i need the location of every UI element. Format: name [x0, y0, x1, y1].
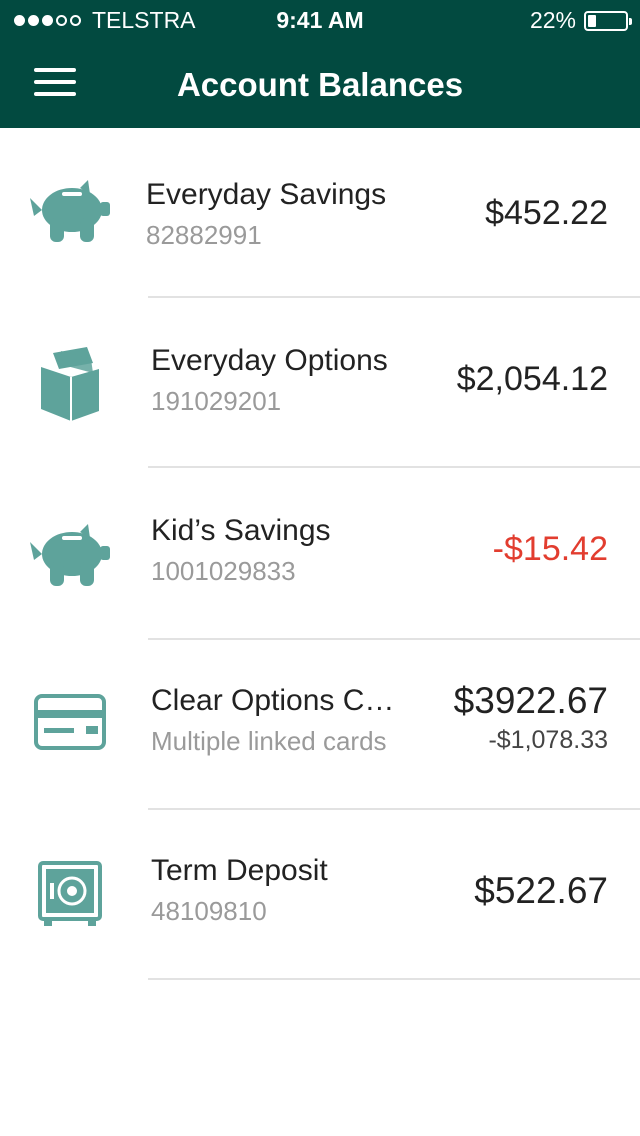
account-name: Clear Options C…: [151, 684, 395, 717]
account-number: 48109810: [151, 896, 267, 926]
account-list: Everyday Savings 82882991 $452.22 Everyd…: [0, 128, 640, 980]
account-name: Everyday Savings: [146, 178, 387, 211]
credit-card-icon: [28, 682, 112, 762]
account-row-term-deposit[interactable]: Term Deposit 48109810 $522.67: [0, 810, 640, 980]
account-subtitle: Multiple linked cards: [151, 726, 387, 756]
account-row-kids-savings[interactable]: Kid’s Savings 1001029833 -$15.42: [0, 468, 640, 640]
account-balance: $522.67: [474, 870, 608, 911]
header-bar: TELSTRA 9:41 AM 22% Account Balances: [0, 0, 640, 128]
page-title: Account Balances: [176, 66, 464, 103]
account-name: Term Deposit: [151, 854, 328, 887]
account-number: 82882991: [146, 220, 262, 250]
row-divider: [148, 978, 640, 980]
safe-icon: [28, 854, 112, 934]
account-balance: $3922.67: [453, 680, 608, 721]
account-balance: -$15.42: [492, 530, 608, 568]
account-row-everyday-savings[interactable]: Everyday Savings 82882991 $452.22: [0, 128, 640, 298]
battery-indicator: 22%: [529, 7, 632, 34]
piggy-bank-icon: [28, 172, 112, 252]
account-number: 1001029833: [151, 556, 296, 586]
account-balance: $452.22: [485, 194, 608, 232]
account-balance: $2,054.12: [456, 360, 608, 398]
piggy-bank-icon: [28, 516, 112, 596]
status-bar: TELSTRA 9:41 AM 22%: [0, 0, 640, 40]
account-name: Kid’s Savings: [151, 514, 331, 547]
account-number: 191029201: [151, 386, 282, 416]
battery-icon: [584, 10, 632, 31]
account-row-clear-options[interactable]: Clear Options C… Multiple linked cards $…: [0, 640, 640, 810]
account-name: Everyday Options: [151, 344, 388, 377]
account-row-everyday-options[interactable]: Everyday Options 191029201 $2,054.12: [0, 298, 640, 468]
wallet-icon: [28, 343, 112, 423]
battery-percent: 22%: [529, 7, 576, 33]
account-secondary-balance: -$1,078.33: [488, 726, 608, 754]
